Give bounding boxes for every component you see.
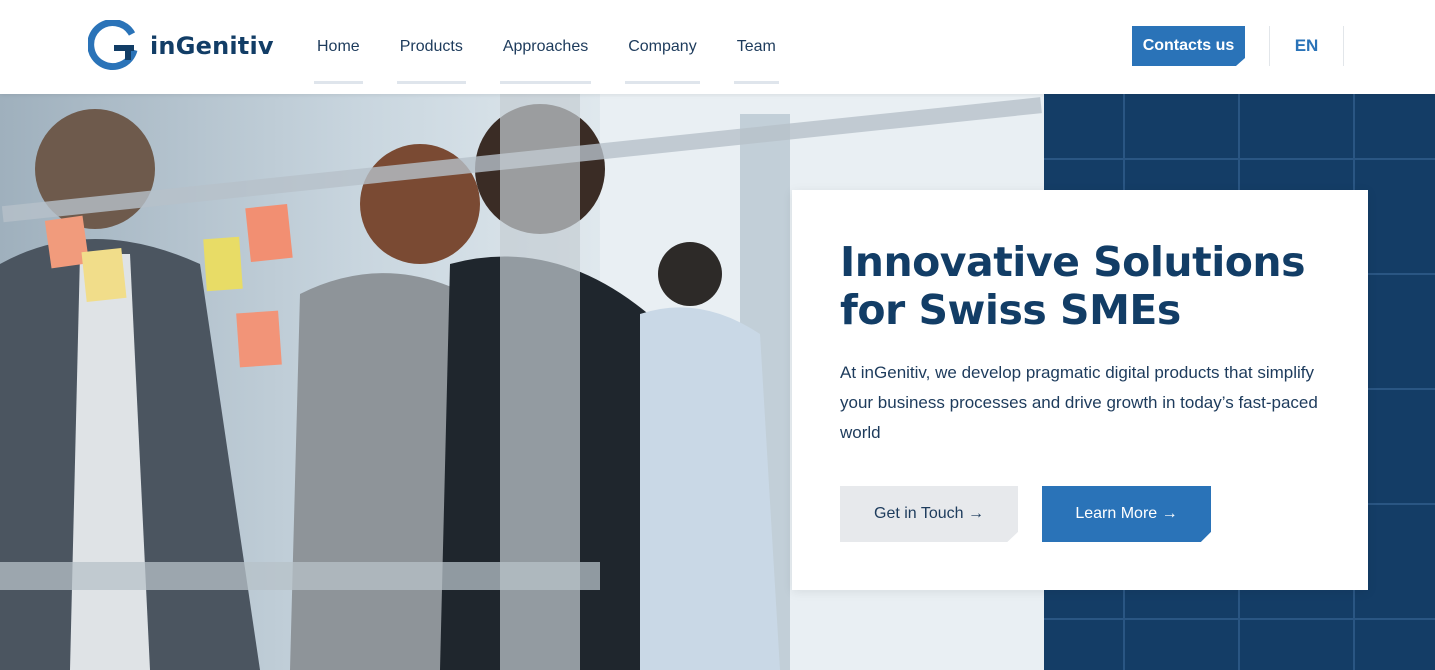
brand-name: inGenitiv [150,32,274,60]
get-in-touch-button[interactable]: Get in Touch → [840,486,1018,542]
nav-item-home[interactable]: Home [314,38,363,84]
hero-card: Innovative Solutions for Swiss SMEs At i… [792,190,1368,590]
nav-item-products[interactable]: Products [396,38,466,84]
hero-subtitle: At inGenitiv, we develop pragmatic digit… [840,363,1318,442]
nav-item-company[interactable]: Company [625,38,701,84]
logo[interactable]: inGenitiv [88,20,274,72]
learn-more-button[interactable]: Learn More → [1042,486,1211,542]
main-nav: Home Products Approaches Company Team [314,0,816,94]
logo-g-icon [88,20,138,70]
header-divider [1343,26,1344,66]
nav-item-team[interactable]: Team [733,38,779,84]
site-header: inGenitiv Home Products Approaches Compa… [0,0,1435,94]
contacts-button[interactable]: Contacts us [1132,26,1245,66]
language-switcher[interactable]: EN [1270,26,1343,66]
nav-item-approaches[interactable]: Approaches [499,38,592,84]
hero-title: Innovative Solutions for Swiss SMEs [840,238,1306,334]
